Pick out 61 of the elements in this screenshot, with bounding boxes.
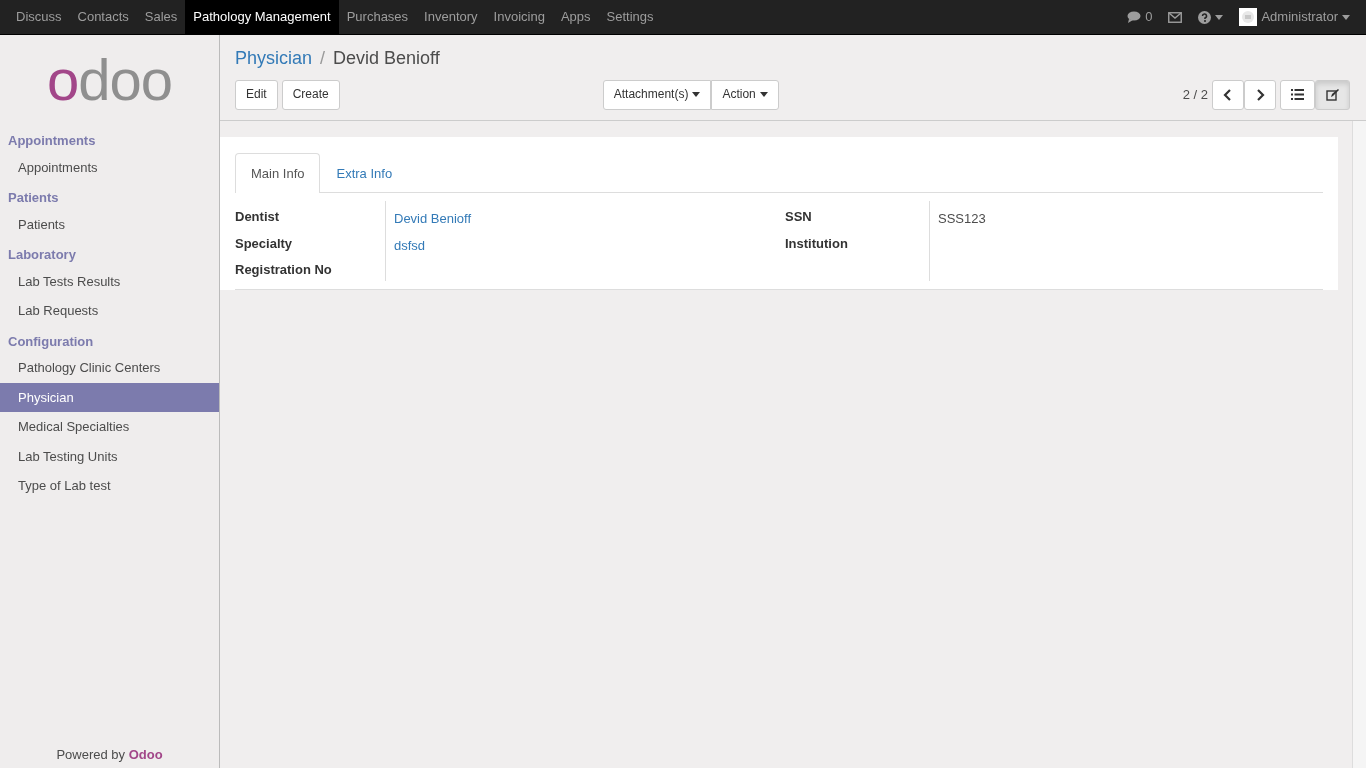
chevron-right-icon bbox=[1255, 88, 1265, 101]
sidebar-item[interactable]: Lab Testing Units bbox=[0, 441, 219, 471]
caret-icon bbox=[759, 92, 768, 98]
menu-item[interactable]: Inventory bbox=[416, 0, 486, 34]
record-title: Devid Benioff bbox=[333, 47, 440, 70]
breadcrumb-separator: / bbox=[320, 47, 326, 70]
menu-item[interactable]: Purchases bbox=[338, 0, 417, 34]
user-menu[interactable]: Administrator bbox=[1239, 7, 1350, 27]
envelope-icon[interactable] bbox=[1168, 11, 1183, 23]
list-view-button[interactable] bbox=[1280, 80, 1315, 110]
caret-icon bbox=[1215, 14, 1224, 20]
powered-by-text: Powered by Odoo bbox=[56, 746, 163, 762]
field-label: SSN bbox=[785, 208, 813, 227]
logo: odoo bbox=[46, 51, 172, 109]
edit-icon bbox=[1326, 88, 1339, 101]
sidebar-item[interactable]: Patients bbox=[0, 209, 219, 239]
field-link[interactable]: Devid Benioff bbox=[394, 211, 472, 227]
avatar-icon bbox=[1239, 8, 1258, 26]
chat-bubble-icon bbox=[1127, 11, 1142, 23]
field-label: Registration No bbox=[235, 261, 333, 280]
create-button[interactable]: Create bbox=[281, 80, 340, 110]
menu-item[interactable]: Settings bbox=[598, 0, 662, 34]
field-label: Dentist bbox=[235, 208, 281, 227]
next-button[interactable] bbox=[1244, 80, 1276, 110]
field-value: SSS123 bbox=[938, 211, 986, 227]
field-label: Specialty bbox=[235, 234, 294, 253]
previous-button[interactable] bbox=[1212, 80, 1244, 110]
section-heading: Laboratory bbox=[7, 246, 77, 264]
sidebar-item[interactable]: Appointments bbox=[0, 152, 219, 182]
caret-icon bbox=[1342, 14, 1350, 20]
section-heading: Appointments bbox=[7, 132, 97, 150]
caret-icon bbox=[692, 92, 701, 98]
menu-item[interactable]: Discuss bbox=[8, 0, 70, 34]
sidebar-item[interactable]: Lab Tests Results bbox=[0, 266, 219, 296]
field-label: Institution bbox=[785, 234, 849, 253]
sidebar-item[interactable]: Type of Lab test bbox=[0, 471, 219, 501]
menu-item[interactable]: Contacts bbox=[69, 0, 137, 34]
sidebar-item[interactable]: Lab Requests bbox=[0, 296, 219, 326]
dropdown-button[interactable]: Action bbox=[711, 80, 779, 110]
help-button[interactable] bbox=[1198, 10, 1224, 24]
breadcrumb-link[interactable]: Physician bbox=[235, 45, 313, 72]
edit-button[interactable]: Edit bbox=[235, 80, 278, 110]
section-heading: Patients bbox=[7, 189, 60, 207]
menu-item[interactable]: Sales bbox=[136, 0, 186, 34]
list-icon bbox=[1291, 89, 1304, 101]
section-heading: Configuration bbox=[7, 332, 95, 351]
tab[interactable]: Main Info bbox=[235, 152, 321, 194]
pager-text: 2 / 2 bbox=[1182, 86, 1208, 105]
sidebar-item[interactable]: Medical Specialties bbox=[0, 412, 219, 442]
sidebar-item[interactable]: Pathology Clinic Centers bbox=[0, 353, 219, 383]
dropdown-button[interactable]: Attachment(s) bbox=[602, 80, 712, 110]
tab[interactable]: Extra Info bbox=[320, 152, 409, 194]
menu-item[interactable]: Pathology Management bbox=[185, 0, 339, 34]
form-view-button[interactable] bbox=[1315, 80, 1350, 110]
scrollbar[interactable] bbox=[1352, 120, 1366, 768]
chevron-left-icon bbox=[1223, 88, 1233, 101]
field-link[interactable]: dsfsd bbox=[394, 237, 426, 253]
menu-item[interactable]: Invoicing bbox=[485, 0, 553, 34]
chat-button[interactable]: 0 bbox=[1127, 7, 1153, 27]
menu-item[interactable]: Apps bbox=[552, 0, 599, 34]
sidebar-item[interactable]: Physician bbox=[0, 382, 219, 412]
